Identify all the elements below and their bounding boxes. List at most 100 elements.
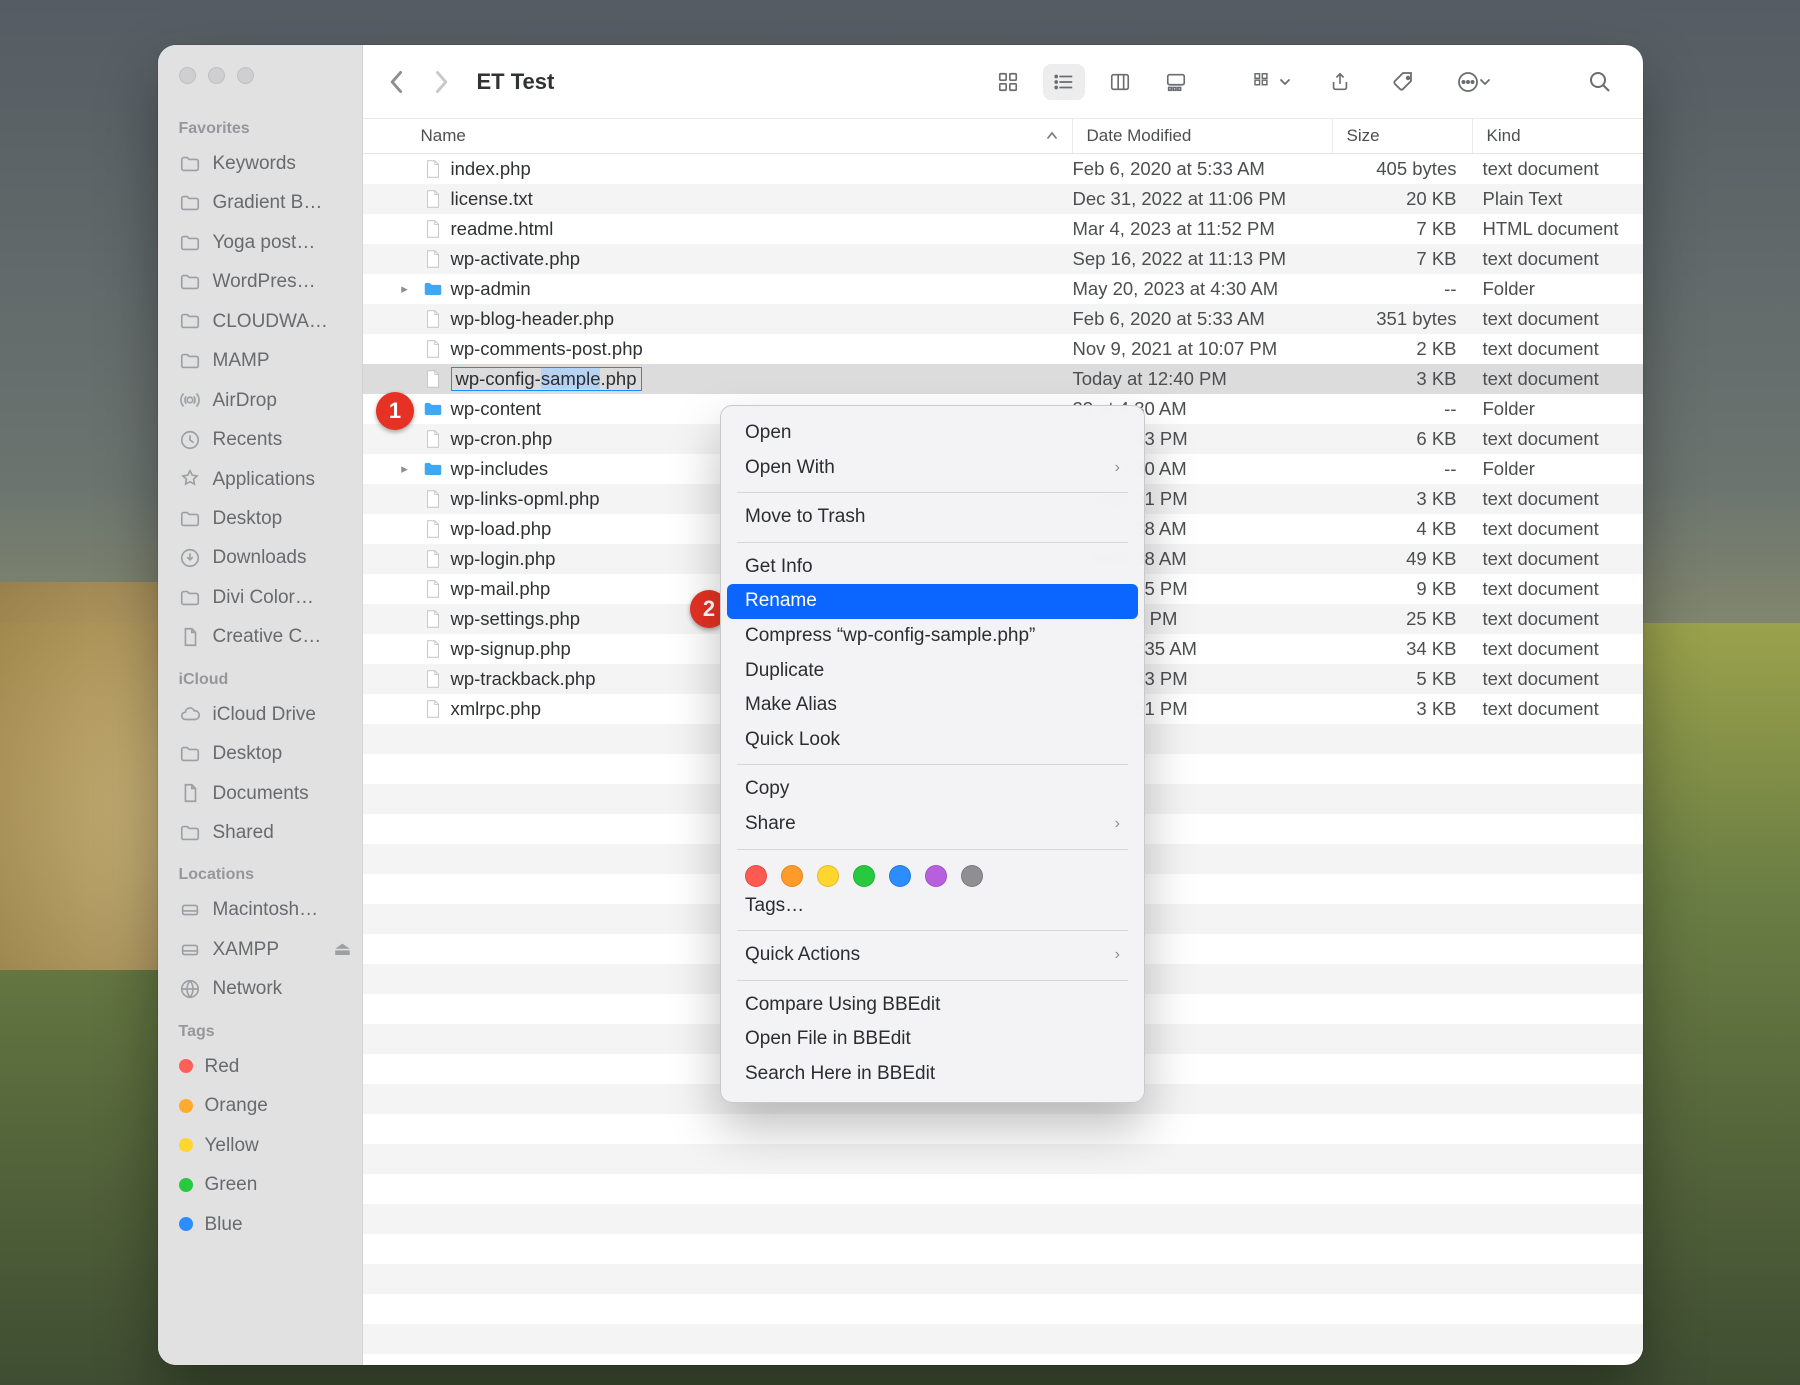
file-kind: text document — [1473, 488, 1643, 510]
menu-item[interactable]: Share› — [727, 807, 1138, 842]
menu-item[interactable]: Duplicate — [727, 654, 1138, 689]
sidebar-item-label: Shared — [213, 818, 274, 847]
tag-color[interactable] — [925, 865, 947, 887]
sidebar-item[interactable]: Yellow — [158, 1126, 362, 1165]
rename-input[interactable]: wp-config-sample.php — [451, 367, 642, 391]
close-button[interactable] — [179, 67, 196, 84]
file-icon — [419, 428, 447, 450]
search-button[interactable] — [1579, 64, 1621, 100]
eject-icon[interactable]: ⏏︎ — [334, 935, 352, 964]
menu-item[interactable]: Quick Look — [727, 723, 1138, 758]
view-icon-button[interactable] — [987, 64, 1029, 100]
tag-color[interactable] — [817, 865, 839, 887]
sidebar-item[interactable]: Shared — [158, 813, 362, 852]
file-row[interactable]: wp-blog-header.phpFeb 6, 2020 at 5:33 AM… — [363, 304, 1643, 334]
menu-item[interactable]: Copy — [727, 772, 1138, 807]
menu-item[interactable]: Compress “wp-config-sample.php” — [727, 619, 1138, 654]
submenu-chevron-icon: › — [1115, 944, 1120, 966]
menu-item[interactable]: Rename — [727, 584, 1138, 619]
back-button[interactable] — [385, 66, 409, 98]
airdrop-icon — [179, 389, 201, 411]
sidebar-item[interactable]: MAMP — [158, 341, 362, 380]
menu-item[interactable]: Quick Actions› — [727, 938, 1138, 973]
file-row[interactable]: ▸wp-adminMay 20, 2023 at 4:30 AM--Folder — [363, 274, 1643, 304]
sidebar-item[interactable]: Green — [158, 1165, 362, 1204]
menu-item[interactable]: Search Here in BBEdit — [727, 1057, 1138, 1092]
file-kind: Folder — [1473, 278, 1643, 300]
sidebar-item[interactable]: Macintosh… — [158, 890, 362, 929]
sidebar-item[interactable]: Desktop — [158, 734, 362, 773]
sidebar-item[interactable]: Gradient B… — [158, 183, 362, 222]
disclosure-triangle[interactable]: ▸ — [391, 281, 419, 297]
file-name: license.txt — [447, 188, 1073, 210]
file-date: Mar 4, 2023 at 11:52 PM — [1073, 218, 1333, 240]
column-date[interactable]: Date Modified — [1073, 119, 1333, 153]
sidebar-item[interactable]: Documents — [158, 774, 362, 813]
minimize-button[interactable] — [208, 67, 225, 84]
cloud-icon — [179, 703, 201, 725]
sidebar-item[interactable]: AirDrop — [158, 381, 362, 420]
sidebar-item[interactable]: Network — [158, 969, 362, 1008]
file-row[interactable]: wp-activate.phpSep 16, 2022 at 11:13 PM7… — [363, 244, 1643, 274]
column-kind[interactable]: Kind — [1473, 119, 1643, 153]
tags-button[interactable] — [1383, 64, 1425, 100]
tag-color[interactable] — [853, 865, 875, 887]
tag-color[interactable] — [745, 865, 767, 887]
view-list-button[interactable] — [1043, 64, 1085, 100]
file-icon — [419, 338, 447, 360]
forward-button[interactable] — [429, 66, 453, 98]
menu-item[interactable]: Open With› — [727, 451, 1138, 486]
tag-color[interactable] — [889, 865, 911, 887]
sidebar-item[interactable]: WordPres… — [158, 262, 362, 301]
menu-item[interactable]: Open File in BBEdit — [727, 1022, 1138, 1057]
menu-item[interactable]: Get Info — [727, 550, 1138, 585]
menu-item-label: Get Info — [745, 554, 813, 581]
disclosure-triangle[interactable]: ▸ — [391, 461, 419, 477]
share-button[interactable] — [1319, 64, 1361, 100]
file-size: -- — [1333, 458, 1473, 480]
menu-item[interactable]: Tags… — [727, 889, 1138, 924]
sidebar-heading: iCloud — [158, 671, 362, 695]
view-gallery-button[interactable] — [1155, 64, 1197, 100]
file-row[interactable]: index.phpFeb 6, 2020 at 5:33 AM405 bytes… — [363, 154, 1643, 184]
sidebar-item[interactable]: Red — [158, 1047, 362, 1086]
view-columns-button[interactable] — [1099, 64, 1141, 100]
sidebar-item[interactable]: iCloud Drive — [158, 695, 362, 734]
sidebar-item[interactable]: Creative C… — [158, 617, 362, 656]
file-row[interactable]: readme.htmlMar 4, 2023 at 11:52 PM7 KBHT… — [363, 214, 1643, 244]
menu-item[interactable]: Open — [727, 416, 1138, 451]
apps-icon — [179, 468, 201, 490]
tag-color[interactable] — [781, 865, 803, 887]
menu-item[interactable]: Make Alias — [727, 688, 1138, 723]
file-icon — [419, 578, 447, 600]
file-name: wp-blog-header.php — [447, 308, 1073, 330]
maximize-button[interactable] — [237, 67, 254, 84]
folder-icon — [419, 278, 447, 300]
tag-color[interactable] — [961, 865, 983, 887]
sidebar-item[interactable]: Recents — [158, 420, 362, 459]
column-name[interactable]: Name — [363, 119, 1073, 153]
sidebar-item[interactable]: XAMPP⏏︎ — [158, 930, 362, 969]
sidebar-item-label: Network — [213, 974, 283, 1003]
group-by-button[interactable] — [1245, 64, 1297, 100]
sidebar-item[interactable]: Yoga post… — [158, 223, 362, 262]
menu-item-label: Rename — [745, 588, 817, 615]
column-size[interactable]: Size — [1333, 119, 1473, 153]
sidebar-item[interactable]: Keywords — [158, 144, 362, 183]
file-row[interactable]: wp-config-sample.phpToday at 12:40 PM3 K… — [363, 364, 1643, 394]
menu-item[interactable]: Move to Trash — [727, 500, 1138, 535]
sidebar-item[interactable]: Divi Color… — [158, 578, 362, 617]
sidebar-item[interactable]: Orange — [158, 1086, 362, 1125]
sidebar-item-label: Green — [205, 1170, 258, 1199]
sidebar-item[interactable]: Blue — [158, 1205, 362, 1244]
sidebar-item[interactable]: Desktop — [158, 499, 362, 538]
sidebar-item[interactable]: CLOUDWA… — [158, 302, 362, 341]
sidebar-item[interactable]: Applications — [158, 460, 362, 499]
menu-item[interactable]: Compare Using BBEdit — [727, 988, 1138, 1023]
folder-icon — [179, 192, 201, 214]
sidebar-item[interactable]: Downloads — [158, 538, 362, 577]
actions-button[interactable] — [1447, 64, 1499, 100]
file-row[interactable]: license.txtDec 31, 2022 at 11:06 PM20 KB… — [363, 184, 1643, 214]
file-row[interactable]: wp-comments-post.phpNov 9, 2021 at 10:07… — [363, 334, 1643, 364]
clock-icon — [179, 429, 201, 451]
